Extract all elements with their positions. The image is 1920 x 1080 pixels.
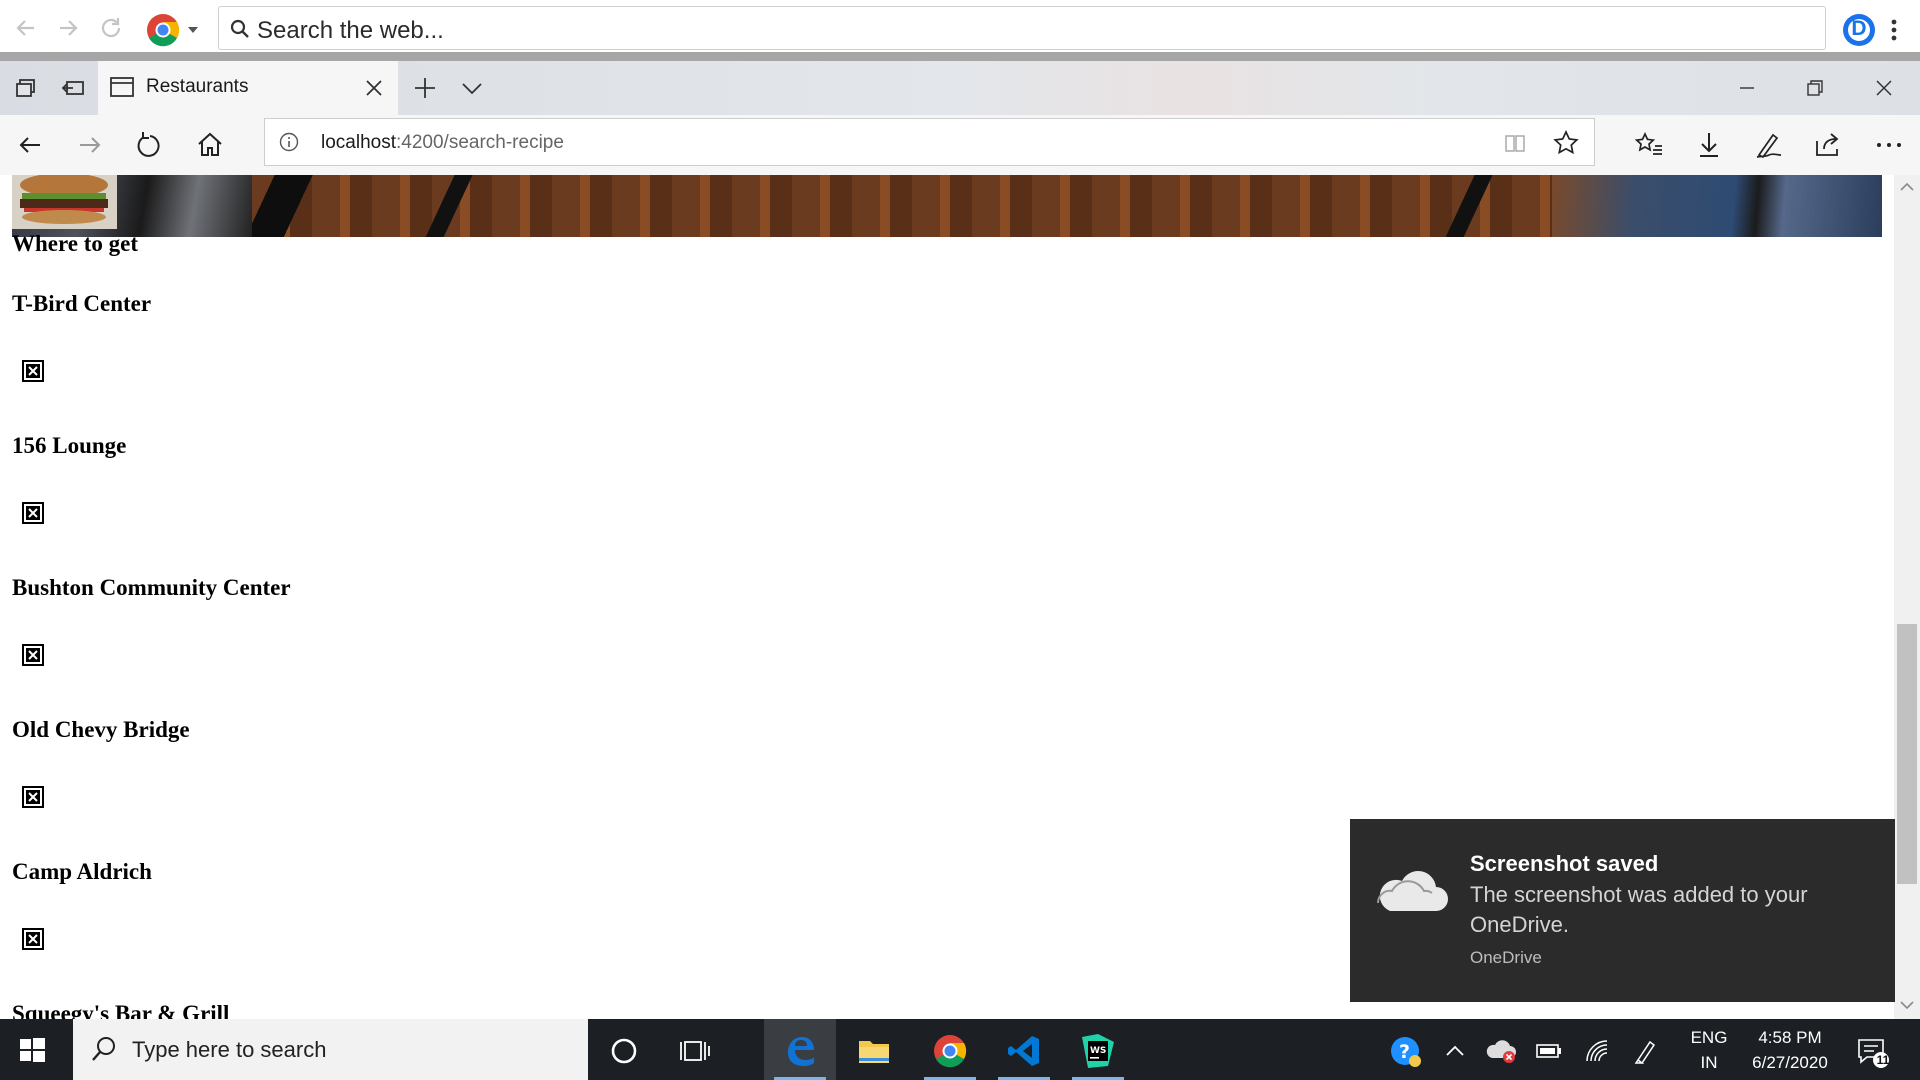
- more-vertical-icon[interactable]: [1890, 18, 1898, 42]
- profile-avatar[interactable]: D: [1842, 13, 1876, 47]
- share-icon[interactable]: [1812, 129, 1844, 161]
- restore-icon[interactable]: [1800, 73, 1830, 103]
- taskbar-vscode-app[interactable]: [988, 1019, 1060, 1080]
- place-name: Squeegy's Bar & Grill: [12, 1001, 230, 1019]
- clock-date: 6/27/2020: [1752, 1053, 1828, 1072]
- chrome-logo-icon: [934, 1035, 967, 1068]
- vscode-logo-icon: [1008, 1036, 1039, 1066]
- window-separator: [0, 52, 1920, 61]
- forward-arrow-icon[interactable]: [54, 14, 82, 42]
- place-name: Bushton Community Center: [12, 575, 291, 600]
- pen-workspace-icon[interactable]: [1630, 1036, 1660, 1066]
- set-aside-tabs-icon[interactable]: [59, 74, 87, 102]
- url-path: :4200/search-recipe: [396, 132, 564, 153]
- webstorm-logo-icon: WS: [1082, 1034, 1114, 1068]
- banner-image: [12, 175, 1882, 237]
- onedrive-toast-notification[interactable]: Screenshot saved The screenshot was adde…: [1350, 819, 1895, 1002]
- tab-title: Restaurants: [146, 76, 249, 97]
- search-icon: [229, 18, 251, 40]
- address-bar[interactable]: localhost:4200/search-recipe: [264, 118, 1595, 166]
- home-icon[interactable]: [194, 129, 226, 161]
- url-host: localhost: [321, 132, 396, 153]
- outer-search-placeholder: Search the web...: [257, 17, 444, 44]
- help-icon[interactable]: ?: [1389, 1035, 1421, 1067]
- tab-restaurants[interactable]: Restaurants: [98, 61, 398, 115]
- forward-icon[interactable]: [74, 129, 106, 161]
- scroll-down-icon[interactable]: [1899, 997, 1915, 1013]
- scrollbar-thumb[interactable]: [1897, 624, 1917, 884]
- back-arrow-icon[interactable]: [12, 14, 40, 42]
- broken-image-icon: [22, 360, 44, 382]
- taskbar-edge-app[interactable]: [764, 1019, 836, 1080]
- more-horizontal-icon[interactable]: [1873, 129, 1905, 161]
- toast-app-name: OneDrive: [1470, 948, 1542, 967]
- place-name: Camp Aldrich: [12, 859, 152, 884]
- show-hidden-icons-chevron[interactable]: [1440, 1036, 1470, 1066]
- info-icon[interactable]: [279, 132, 299, 152]
- onedrive-cloud-icon: [1372, 863, 1448, 915]
- clock-time: 4:58 PM: [1758, 1028, 1822, 1047]
- vertical-scrollbar[interactable]: [1894, 175, 1920, 1019]
- folder-icon: [859, 1041, 889, 1063]
- broken-image-icon: [22, 502, 44, 524]
- burger-thumbnail: [12, 175, 117, 229]
- pen-notes-icon[interactable]: [1753, 129, 1785, 161]
- chevron-down-icon[interactable]: [188, 27, 198, 33]
- language-indicator[interactable]: ENG IN: [1684, 1028, 1734, 1073]
- close-tab-icon[interactable]: [364, 78, 384, 98]
- place-name: Old Chevy Bridge: [12, 717, 190, 742]
- edge-logo-icon: [788, 1037, 814, 1066]
- windows-start-icon[interactable]: [18, 1036, 46, 1064]
- reload-icon[interactable]: [97, 14, 125, 42]
- close-window-icon[interactable]: [1869, 73, 1899, 103]
- toast-title: Screenshot saved: [1470, 851, 1659, 876]
- taskbar-search-box[interactable]: Type here to search: [73, 1019, 588, 1080]
- address-url: localhost:4200/search-recipe: [321, 132, 564, 154]
- outer-search-box[interactable]: Search the web...: [218, 6, 1826, 50]
- tab-preview-icon[interactable]: [12, 74, 40, 102]
- language-code: ENG: [1690, 1028, 1728, 1047]
- profile-initial: D: [1851, 17, 1867, 40]
- outer-browser-toolbar: Search the web... D: [0, 0, 1920, 52]
- taskbar-webstorm-app[interactable]: WS: [1062, 1019, 1134, 1080]
- scroll-up-icon[interactable]: [1899, 179, 1915, 195]
- place-name: T-Bird Center: [12, 291, 152, 316]
- broken-image-icon: [22, 644, 44, 666]
- chrome-logo-icon[interactable]: [146, 13, 180, 47]
- tab-strip: Restaurants: [0, 61, 1920, 115]
- task-view-icon[interactable]: [660, 1019, 732, 1080]
- toast-body: The screenshot was added to your OneDriv…: [1470, 882, 1808, 937]
- taskbar-file-explorer-app[interactable]: [838, 1019, 910, 1080]
- action-center-icon[interactable]: 11: [1856, 1036, 1892, 1068]
- place-name: 156 Lounge: [12, 433, 127, 458]
- new-tab-icon[interactable]: [411, 74, 439, 102]
- windows-taskbar: Type here to search WS ? ENG IN 4:58 PM …: [0, 1019, 1920, 1080]
- battery-icon[interactable]: [1534, 1036, 1564, 1066]
- page-heading: Where to get: [12, 231, 139, 256]
- tab-list-chevron-icon[interactable]: [458, 74, 486, 102]
- taskbar-chrome-app[interactable]: [914, 1019, 986, 1080]
- svg-text:?: ?: [1399, 1041, 1410, 1063]
- taskbar-search-placeholder: Type here to search: [132, 1037, 327, 1062]
- cortana-icon[interactable]: [588, 1019, 660, 1080]
- reading-view-icon[interactable]: [1503, 131, 1527, 155]
- download-icon[interactable]: [1693, 129, 1725, 161]
- wifi-icon[interactable]: [1582, 1036, 1612, 1066]
- refresh-icon[interactable]: [134, 129, 166, 161]
- back-icon[interactable]: [14, 129, 46, 161]
- navigation-bar: localhost:4200/search-recipe: [0, 115, 1920, 175]
- broken-image-icon: [22, 786, 44, 808]
- favorite-star-icon[interactable]: [1553, 130, 1579, 156]
- notification-count-badge: 11: [1876, 1053, 1890, 1067]
- minimize-icon[interactable]: [1732, 73, 1762, 103]
- search-icon: [90, 1035, 118, 1063]
- broken-image-icon: [22, 928, 44, 950]
- clock[interactable]: 4:58 PM 6/27/2020: [1738, 1028, 1842, 1073]
- onedrive-error-icon[interactable]: [1486, 1036, 1516, 1066]
- favorites-hub-icon[interactable]: [1633, 129, 1665, 161]
- page-icon: [110, 76, 134, 98]
- region-code: IN: [1700, 1053, 1718, 1072]
- svg-text:WS: WS: [1090, 1046, 1106, 1056]
